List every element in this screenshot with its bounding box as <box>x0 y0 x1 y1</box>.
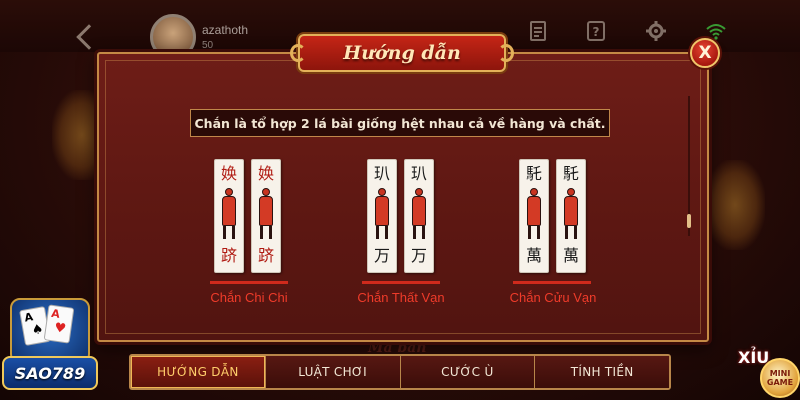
playing-card: 玐 万 <box>367 159 397 273</box>
group-underline <box>513 281 591 284</box>
group-underline <box>210 281 288 284</box>
player-level: 50 <box>202 40 214 51</box>
playing-card: 馲 萬 <box>519 159 549 273</box>
ornament-curl <box>290 44 306 62</box>
scrollbar-thumb[interactable] <box>687 214 691 228</box>
card-glyph-bottom: 跻 <box>220 246 237 265</box>
card-figure <box>411 188 427 240</box>
card-glyph-bottom: 跻 <box>257 246 274 265</box>
card-figure <box>221 188 237 240</box>
minigame-button[interactable]: XỈU MINI GAME <box>734 342 800 398</box>
card-glyph-top: 馲 <box>525 164 542 183</box>
card-glyph-top: 㛟 <box>257 164 274 183</box>
tab-huong-dan[interactable]: HƯỚNG DẪN <box>131 356 266 388</box>
card-figure <box>374 188 390 240</box>
dragon-decoration <box>705 160 765 250</box>
card-glyph-top: 馲 <box>562 164 579 183</box>
card-glyph-top: 玐 <box>410 164 427 183</box>
tab-cuoc-u[interactable]: CƯỚC Ù <box>400 356 536 388</box>
card-glyph-bottom: 万 <box>410 246 427 265</box>
brand-card-rank: A <box>50 306 61 321</box>
card-glyph-bottom: 萬 <box>562 246 579 265</box>
guide-tabs: HƯỚNG DẪN LUẬT CHƠI CƯỚC Ù TÍNH TIỀN <box>129 354 671 390</box>
brand-logo: A ♠ A ♥ SAO789 <box>0 298 102 398</box>
description-text: Chắn là tổ hợp 2 lá bài giống hệt nhau c… <box>194 115 606 131</box>
gear-icon[interactable] <box>645 20 667 42</box>
group-label-chan-cuu-van: Chắn Cửu Vạn <box>509 290 597 305</box>
modal-title-plaque: Hướng dẫn <box>290 34 514 72</box>
tab-tinh-tien[interactable]: TÍNH TIỀN <box>535 356 669 388</box>
help-icon[interactable]: ? <box>585 20 607 42</box>
playing-card: 馲 萬 <box>556 159 586 273</box>
close-icon: X <box>698 43 712 63</box>
minigame-line2: GAME <box>766 378 794 387</box>
playing-card: 玐 万 <box>404 159 434 273</box>
card-glyph-bottom: 万 <box>373 246 390 265</box>
card-glyph-top: 玐 <box>373 164 390 183</box>
description-box: Chắn là tổ hợp 2 lá bài giống hệt nhau c… <box>190 109 610 137</box>
close-button[interactable]: X <box>690 38 720 68</box>
minigame-line1: MINI <box>769 369 791 378</box>
card-figure <box>258 188 274 240</box>
brand-cards-graphic: A ♠ A ♥ <box>10 298 90 364</box>
playing-card: 㛟 跻 <box>214 159 244 273</box>
card-glyph-bottom: 萬 <box>525 246 542 265</box>
card-glyph-top: 㛟 <box>220 164 237 183</box>
group-label-chan-chi-chi: Chắn Chi Chi <box>210 290 288 305</box>
svg-text:?: ? <box>593 25 600 39</box>
brand-card: A ♥ <box>43 304 75 344</box>
modal-title: Hướng dẫn <box>343 42 461 64</box>
playing-card: 㛟 跻 <box>251 159 281 273</box>
brand-name: SAO789 <box>2 356 98 390</box>
tab-luat-choi[interactable]: LUẬT CHƠI <box>265 356 401 388</box>
group-underline <box>362 281 440 284</box>
ornament-curl <box>498 44 514 62</box>
card-figure <box>526 188 542 240</box>
minigame-badge-circle: MINI GAME <box>760 358 800 398</box>
group-label-chan-that-van: Chắn Thất Vạn <box>357 290 445 305</box>
player-name: azathoth <box>202 23 249 37</box>
document-icon[interactable] <box>527 20 549 42</box>
card-figure <box>563 188 579 240</box>
